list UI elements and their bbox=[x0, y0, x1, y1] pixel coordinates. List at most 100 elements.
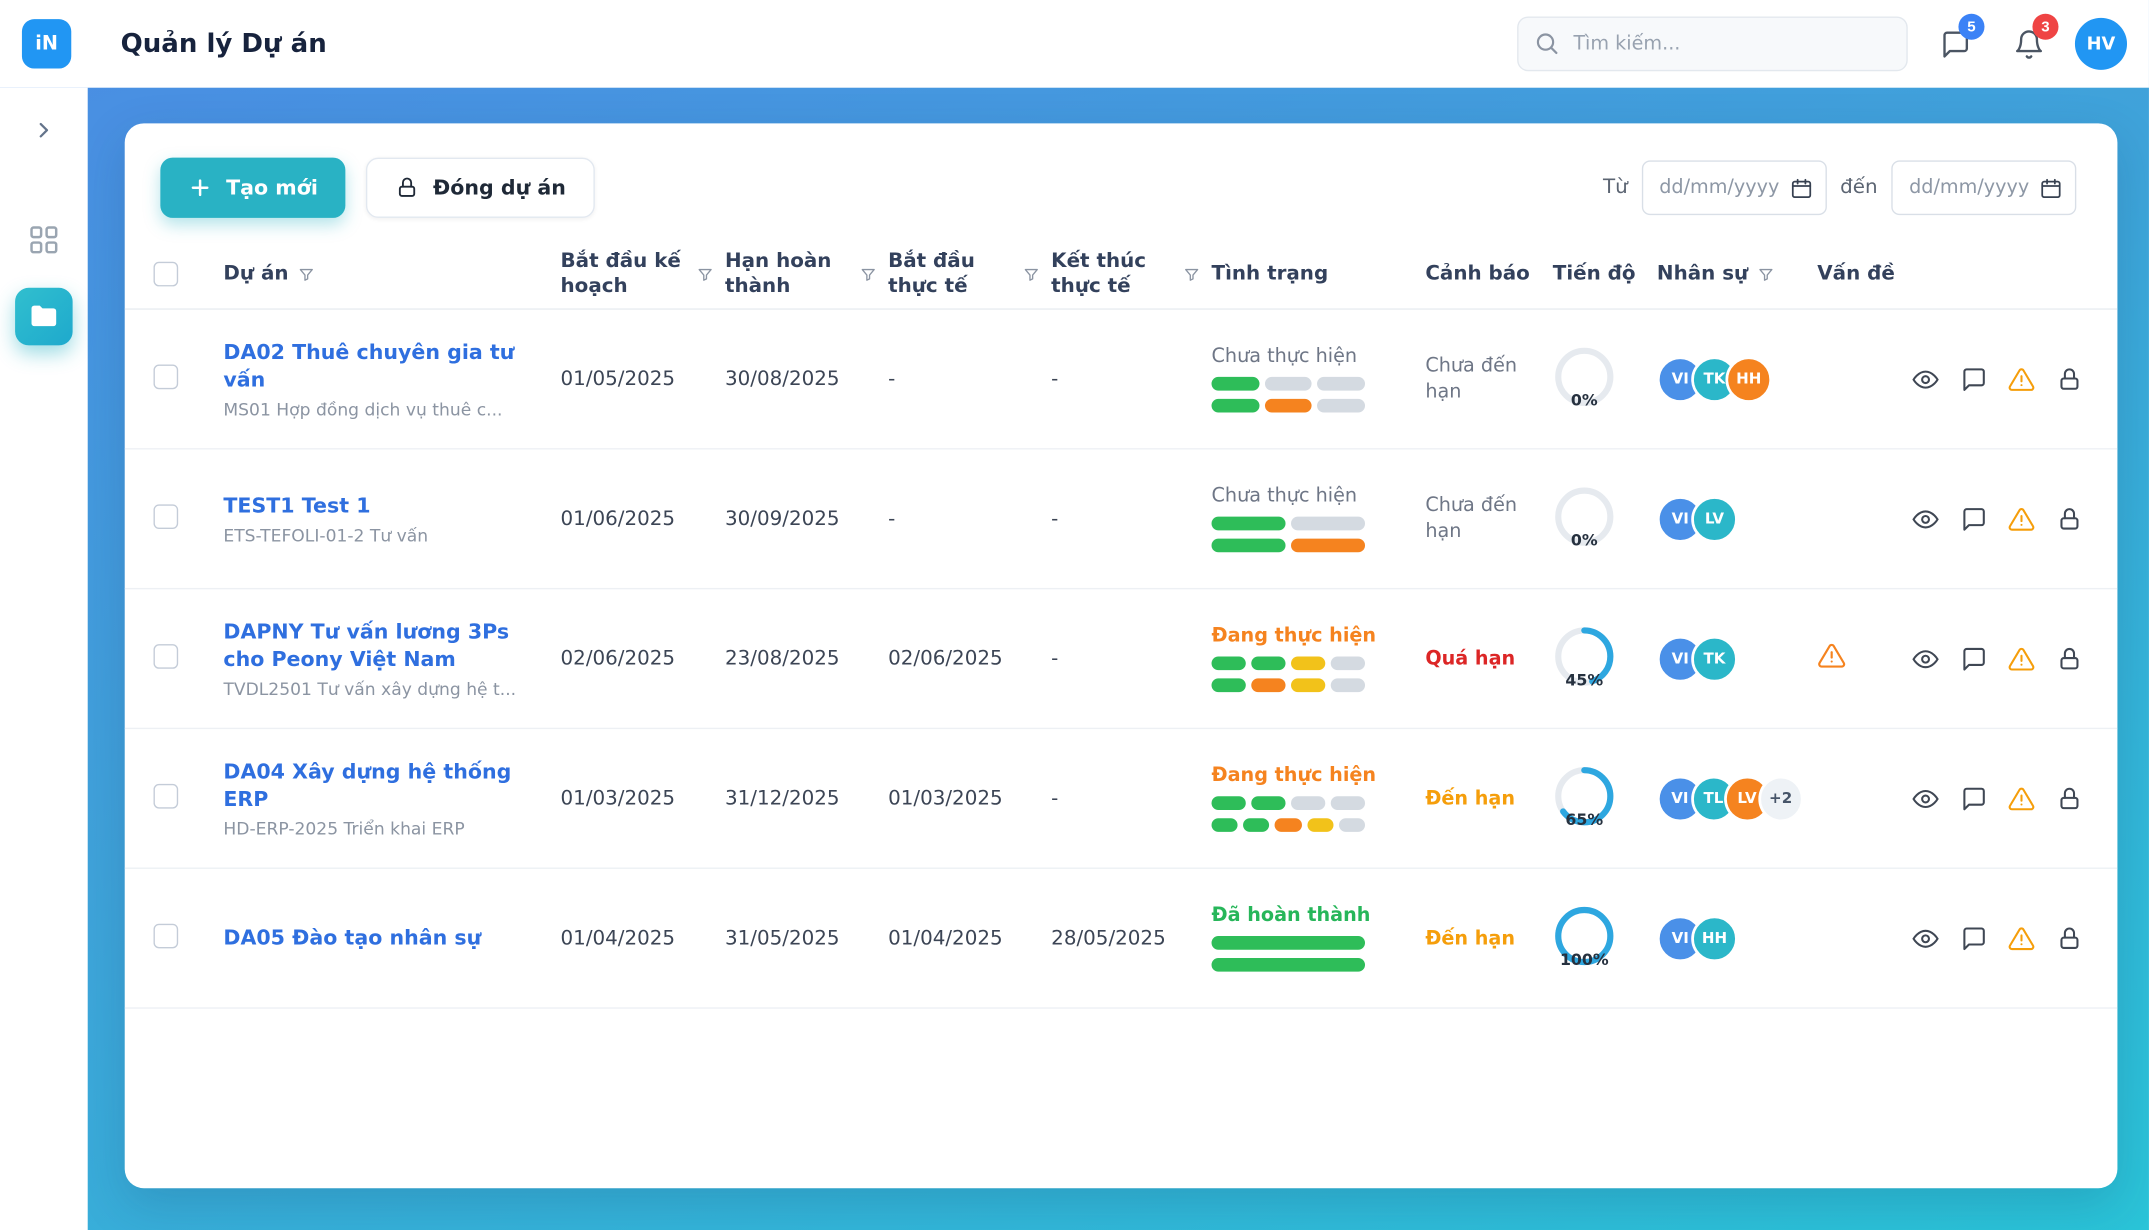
filter-icon[interactable] bbox=[1756, 265, 1774, 283]
plan-start-date: 01/04/2025 bbox=[561, 927, 725, 949]
row-checkbox[interactable] bbox=[153, 643, 178, 668]
row-checkbox[interactable] bbox=[153, 923, 178, 948]
column-header-staff[interactable]: Nhân sự bbox=[1657, 262, 1817, 287]
notifications-button[interactable]: 3 bbox=[2001, 16, 2056, 71]
comment-button[interactable] bbox=[1960, 365, 1987, 392]
column-header-project[interactable]: Dự án bbox=[223, 262, 560, 287]
sidebar-expand-button[interactable] bbox=[23, 110, 64, 151]
row-checkbox[interactable] bbox=[153, 783, 178, 808]
comment-button[interactable] bbox=[1960, 645, 1987, 672]
date-to-label: đến bbox=[1840, 177, 1877, 199]
lock-button[interactable] bbox=[2056, 785, 2083, 812]
comment-button[interactable] bbox=[1960, 505, 1987, 532]
actual-start-date: - bbox=[888, 368, 1051, 390]
select-all-checkbox[interactable] bbox=[153, 262, 178, 287]
actual-end-date: - bbox=[1051, 648, 1211, 670]
warning-triangle-icon bbox=[2008, 645, 2035, 672]
warning-label: Đến hạn bbox=[1425, 927, 1515, 952]
messages-button[interactable]: 5 bbox=[1927, 16, 1982, 71]
create-project-button[interactable]: Tạo mới bbox=[160, 158, 345, 218]
close-project-button[interactable]: Đóng dự án bbox=[366, 158, 595, 218]
column-header-actual-end[interactable]: Kết thúc thực tế bbox=[1051, 249, 1211, 299]
date-to-input[interactable]: dd/mm/yyyy bbox=[1891, 160, 2076, 215]
chat-icon bbox=[1960, 924, 1987, 951]
column-header-warning: Cảnh báo bbox=[1425, 262, 1552, 287]
project-name-link[interactable]: TEST1 Test 1 bbox=[223, 492, 546, 520]
row-checkbox[interactable] bbox=[153, 504, 178, 529]
lock-button[interactable] bbox=[2056, 645, 2083, 672]
deadline-date: 31/05/2025 bbox=[725, 927, 888, 949]
date-from-input[interactable]: dd/mm/yyyy bbox=[1641, 160, 1826, 215]
plan-start-date: 01/03/2025 bbox=[561, 787, 725, 809]
column-header-actual-start[interactable]: Bắt đầu thực tế bbox=[888, 249, 1051, 299]
project-name-link[interactable]: DA04 Xây dựng hệ thống ERP bbox=[223, 758, 546, 814]
staff-avatar[interactable]: +2 bbox=[1758, 775, 1804, 822]
warning-button[interactable] bbox=[2008, 365, 2035, 392]
staff-avatar[interactable]: TK bbox=[1691, 635, 1738, 682]
search-input[interactable] bbox=[1517, 16, 1908, 71]
table-row: TEST1 Test 1 ETS-TEFOLI-01-2 Tư vấn 01/0… bbox=[125, 450, 2118, 590]
progress-ring: 0% bbox=[1553, 527, 1616, 553]
warning-button[interactable] bbox=[2008, 785, 2035, 812]
grid-icon bbox=[27, 223, 60, 256]
actual-end-date: - bbox=[1051, 508, 1211, 530]
progress-label: 65% bbox=[1553, 807, 1616, 833]
warning-triangle-icon bbox=[2008, 924, 2035, 951]
chevron-right-icon bbox=[32, 116, 57, 143]
sidebar-item-dashboard[interactable] bbox=[15, 211, 73, 269]
project-name-link[interactable]: DAPNY Tư vấn lương 3Ps cho Peony Việt Na… bbox=[223, 618, 546, 674]
staff-avatars[interactable]: VITKHH bbox=[1657, 356, 1804, 403]
progress-ring: 65% bbox=[1553, 807, 1616, 833]
messages-badge: 5 bbox=[1958, 14, 1984, 40]
staff-avatars[interactable]: VILV bbox=[1657, 495, 1804, 542]
warning-button[interactable] bbox=[2008, 505, 2035, 532]
row-checkbox[interactable] bbox=[153, 364, 178, 389]
view-button[interactable] bbox=[1912, 924, 1939, 951]
user-avatar[interactable]: HV bbox=[2075, 18, 2127, 70]
lock-button[interactable] bbox=[2056, 365, 2083, 392]
plus-icon bbox=[188, 175, 213, 200]
warning-button[interactable] bbox=[2008, 924, 2035, 951]
actual-start-date: - bbox=[888, 508, 1051, 530]
progress-label: 0% bbox=[1553, 387, 1616, 413]
lock-button[interactable] bbox=[2056, 505, 2083, 532]
filter-icon[interactable] bbox=[1183, 265, 1201, 283]
lock-button[interactable] bbox=[2056, 924, 2083, 951]
staff-avatar[interactable]: HH bbox=[1691, 915, 1738, 962]
warning-button[interactable] bbox=[2008, 645, 2035, 672]
project-subtitle: TVDL2501 Tư vấn xây dựng hệ t... bbox=[223, 679, 546, 700]
filter-icon[interactable] bbox=[1022, 265, 1040, 283]
staff-avatars[interactable]: VIHH bbox=[1657, 915, 1804, 962]
lock-icon bbox=[2056, 365, 2083, 392]
comment-button[interactable] bbox=[1960, 924, 1987, 951]
view-button[interactable] bbox=[1912, 645, 1939, 672]
view-button[interactable] bbox=[1912, 505, 1939, 532]
project-name-link[interactable]: DA05 Đào tạo nhân sự bbox=[223, 924, 546, 952]
table-row: DAPNY Tư vấn lương 3Ps cho Peony Việt Na… bbox=[125, 589, 2118, 729]
progress-ring: 0% bbox=[1553, 387, 1616, 413]
staff-avatar[interactable]: LV bbox=[1691, 495, 1738, 542]
project-name-link[interactable]: DA02 Thuê chuyên gia tư vấn bbox=[223, 338, 546, 394]
column-header-plan-start[interactable]: Bắt đầu kế hoạch bbox=[561, 249, 725, 299]
column-header-deadline[interactable]: Hạn hoàn thành bbox=[725, 249, 888, 299]
view-button[interactable] bbox=[1912, 365, 1939, 392]
table-row: DA04 Xây dựng hệ thống ERP HD-ERP-2025 T… bbox=[125, 729, 2118, 869]
staff-avatars[interactable]: VITK bbox=[1657, 635, 1804, 682]
deadline-date: 30/08/2025 bbox=[725, 368, 888, 390]
staff-avatar[interactable]: HH bbox=[1725, 356, 1772, 403]
column-header-progress: Tiến độ bbox=[1553, 262, 1657, 287]
deadline-date: 23/08/2025 bbox=[725, 648, 888, 670]
filter-icon[interactable] bbox=[859, 265, 877, 283]
warning-triangle-icon bbox=[2008, 505, 2035, 532]
lock-icon bbox=[2056, 924, 2083, 951]
comment-button[interactable] bbox=[1960, 785, 1987, 812]
status-label: Chưa thực hiện bbox=[1212, 485, 1412, 507]
sidebar-item-projects[interactable] bbox=[15, 288, 73, 346]
filter-icon[interactable] bbox=[297, 265, 315, 283]
chat-icon bbox=[1960, 785, 1987, 812]
filter-icon[interactable] bbox=[696, 265, 714, 283]
plan-start-date: 01/05/2025 bbox=[561, 368, 725, 390]
view-button[interactable] bbox=[1912, 785, 1939, 812]
status-bars bbox=[1212, 936, 1365, 972]
staff-avatars[interactable]: VITLLV+2 bbox=[1657, 775, 1804, 822]
